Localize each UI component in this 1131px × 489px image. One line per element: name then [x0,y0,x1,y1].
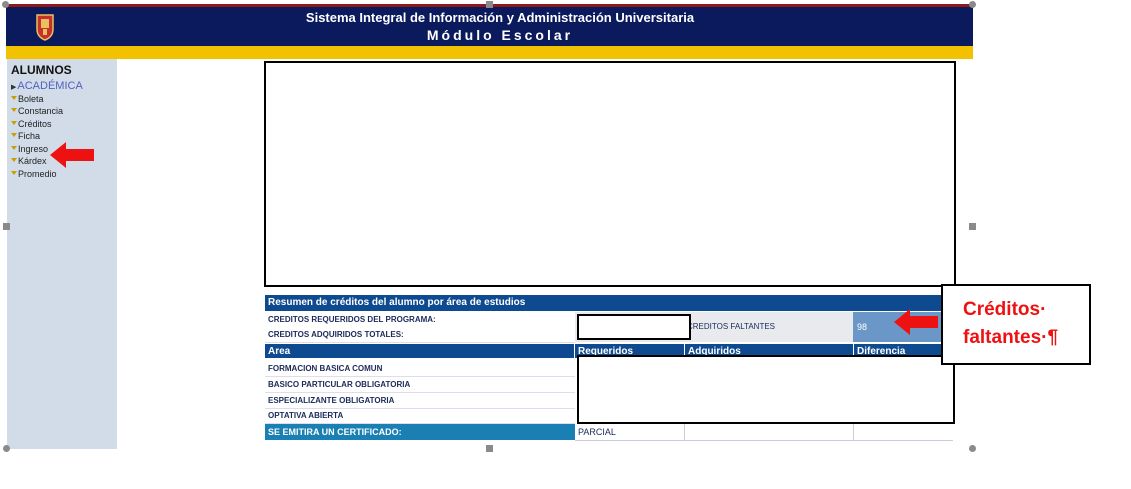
sidebar-item-label: Créditos [18,119,52,129]
sidebar-item-ficha[interactable]: Ficha [11,131,40,141]
sidebar-item-ingreso[interactable]: Ingreso [11,144,48,154]
resize-handle[interactable] [486,445,493,452]
missing-credits-label: CREDITOS FALTANTES [687,322,776,331]
redacted-box [577,314,691,340]
module-title: Módulo Escolar [426,27,574,43]
sidebar-item-label: Constancia [18,106,64,116]
red-arrow-left-icon [50,142,94,168]
redacted-box [264,61,956,287]
sidebar-item-label: Ingreso [18,144,49,154]
sidebar-item-label: Ficha [18,131,41,141]
bullet-icon [11,96,17,100]
university-crest-icon [30,12,60,42]
callout-line-1: Créditos· [963,299,1047,320]
system-title: Sistema Integral de Información y Admini… [305,10,695,25]
resize-handle[interactable] [3,445,10,452]
area-name: ESPECIALIZANTE OBLIGATORIA [268,396,395,405]
sidebar-item-label: Boleta [18,94,44,104]
resize-handle[interactable] [969,1,976,8]
sidebar-section-academica[interactable]: ▶ACADÉMICA [11,80,83,92]
certificate-value-cell: PARCIAL [575,424,953,441]
certificate-value: PARCIAL [578,427,616,437]
table-row: BASICO PARTICULAR OBLIGATORIA [265,377,575,393]
resize-handle[interactable] [486,1,493,8]
callout-box: Créditos· faltantes·¶ [941,284,1091,365]
sidebar-item-kardex[interactable]: Kárdex [11,156,47,166]
acquired-credits-label: CREDITOS ADQUIRIDOS TOTALES: [268,330,404,339]
resize-handle[interactable] [969,445,976,452]
caret-right-icon: ▶ [11,84,17,91]
bullet-icon [11,108,17,112]
resize-handle[interactable] [3,223,10,230]
sidebar-item-promedio[interactable]: Promedio [11,169,57,179]
sidebar-item-label: Promedio [18,169,57,179]
sidebar-title: ALUMNOS [11,63,72,77]
bullet-icon [11,133,17,137]
bullet-icon [11,121,17,125]
column-divider [853,424,854,440]
column-area: Area [268,346,291,357]
sidebar [7,59,117,449]
certificate-label-cell: SE EMITIRA UN CERTIFICADO: [265,424,575,440]
red-arrow-left-icon [894,309,938,335]
summary-header: Resumen de créditos del alumno por área … [265,295,953,311]
sidebar-item-label: Kárdex [18,156,47,166]
bullet-icon [11,158,17,162]
header-gold-band [6,46,973,59]
required-credits-row: CREDITOS REQUERIDOS DEL PROGRAMA: [265,312,575,328]
sidebar-section-label: ACADÉMICA [17,80,83,92]
bullet-icon [11,171,17,175]
sidebar-item-constancia[interactable]: Constancia [11,106,63,116]
area-name: OPTATIVA ABIERTA [268,411,344,420]
callout-line-2: faltantes·¶ [963,327,1059,348]
resize-handle[interactable] [969,223,976,230]
bullet-icon [11,146,17,150]
table-row: OPTATIVA ABIERTA [265,408,575,424]
area-name: FORMACION BASICA COMUN [268,364,383,373]
acquired-credits-row: CREDITOS ADQUIRIDOS TOTALES: [265,327,575,343]
sidebar-item-boleta[interactable]: Boleta [11,94,44,104]
area-name: BASICO PARTICULAR OBLIGATORIA [268,380,411,389]
table-row: FORMACION BASICA COMUN [265,361,575,377]
resize-handle[interactable] [2,1,9,8]
summary-title: Resumen de créditos del alumno por área … [268,297,526,308]
certificate-label: SE EMITIRA UN CERTIFICADO: [268,427,402,437]
table-row: ESPECIALIZANTE OBLIGATORIA [265,393,575,409]
redacted-box [577,355,955,424]
required-credits-label: CREDITOS REQUERIDOS DEL PROGRAMA: [268,315,436,324]
column-divider [684,424,685,440]
sidebar-item-creditos[interactable]: Créditos [11,119,52,129]
